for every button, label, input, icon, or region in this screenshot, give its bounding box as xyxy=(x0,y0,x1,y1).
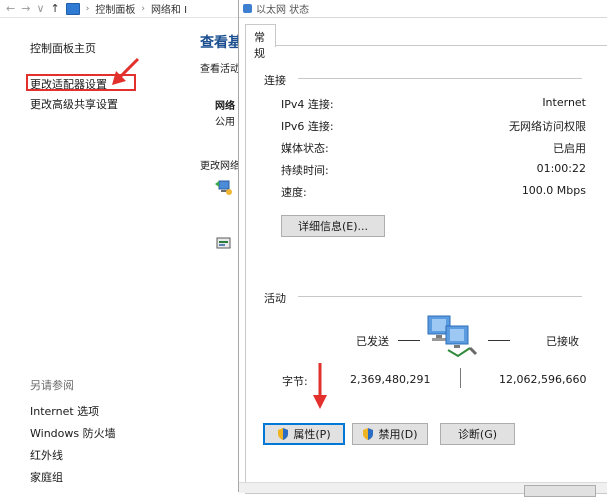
bytes-sent-value: 2,369,480,291 xyxy=(350,373,431,386)
details-button[interactable]: 详细信息(E)... xyxy=(281,215,385,237)
duration-value: 01:00:22 xyxy=(536,162,586,175)
new-connection-icon[interactable] xyxy=(215,178,233,196)
disable-button[interactable]: 禁用(D) xyxy=(352,423,428,445)
page-title: 查看基 xyxy=(200,35,238,51)
bytes-separator xyxy=(460,368,461,388)
uac-shield-icon xyxy=(278,428,289,440)
chevron-right-icon: › xyxy=(85,3,90,14)
forward-icon[interactable]: → xyxy=(21,2,30,15)
see-also-internet-options[interactable]: Internet 选项 xyxy=(30,403,99,419)
tab-panel-general: 连接 IPv4 连接: Internet IPv6 连接: 无网络访问权限 媒体… xyxy=(245,45,607,494)
bytes-received-value: 12,062,596,660 xyxy=(499,373,587,386)
close-button[interactable] xyxy=(524,485,596,497)
troubleshoot-icon[interactable] xyxy=(215,234,233,252)
uac-shield-icon xyxy=(363,428,374,440)
connection-group-divider xyxy=(298,78,582,79)
sent-label: 已发送 xyxy=(356,335,389,348)
see-also-homegroup[interactable]: 家庭组 xyxy=(30,469,63,485)
up-icon[interactable]: ↑ xyxy=(51,2,60,15)
media-state-value: 已启用 xyxy=(553,142,586,155)
activity-group-divider xyxy=(298,296,582,297)
properties-button-label: 属性(P) xyxy=(293,428,331,441)
dialog-titlebar[interactable]: 以太网 状态 xyxy=(239,0,607,18)
sidebar-link-change-sharing[interactable]: 更改高级共享设置 xyxy=(30,96,118,112)
bytes-label: 字节: xyxy=(282,375,308,388)
main-content: 查看基 查看活动 网络 公用 更改网络 xyxy=(200,0,238,492)
ipv6-connectivity-value: 无网络访问权限 xyxy=(509,120,586,133)
breadcrumb-item-network[interactable]: 网络和 I xyxy=(151,1,187,16)
duration-label: 持续时间: xyxy=(281,164,329,177)
ipv4-connectivity-label: IPv4 连接: xyxy=(281,98,334,111)
ethernet-status-dialog: 以太网 状态 连接 IPv4 连接: Internet IPv6 连接: 无网络… xyxy=(238,0,607,497)
media-state-label: 媒体状态: xyxy=(281,142,329,155)
breadcrumb-item-control-panel[interactable]: 控制面板 xyxy=(95,1,135,16)
annotation-arrow-icon xyxy=(112,57,140,85)
activity-group-label: 活动 xyxy=(264,292,286,305)
received-label: 已接收 xyxy=(546,335,579,348)
sidebar-link-home[interactable]: 控制面板主页 xyxy=(30,40,96,56)
annotation-down-arrow-icon xyxy=(313,363,327,409)
speed-value: 100.0 Mbps xyxy=(521,184,586,197)
change-network-settings-label: 更改网络 xyxy=(200,161,238,172)
received-dash xyxy=(488,340,510,341)
sent-dash xyxy=(398,340,420,341)
ipv4-connectivity-value: Internet xyxy=(542,96,586,109)
speed-label: 速度: xyxy=(281,186,307,199)
see-also-heading: 另请参阅 xyxy=(30,379,74,392)
recent-dropdown-icon[interactable]: ∨ xyxy=(36,2,44,15)
network-name: 网络 xyxy=(215,101,235,112)
connection-group-label: 连接 xyxy=(264,74,286,87)
network-type: 公用 xyxy=(215,117,235,128)
view-active-networks-label: 查看活动 xyxy=(200,64,238,75)
network-adapter-icon xyxy=(243,4,252,13)
control-panel-icon xyxy=(65,2,80,15)
tab-general[interactable]: 常规 xyxy=(245,24,276,60)
diagnose-button[interactable]: 诊断(G) xyxy=(440,423,515,445)
back-icon[interactable]: ← xyxy=(6,2,15,15)
see-also-infrared[interactable]: 红外线 xyxy=(30,447,63,463)
dialog-title: 以太网 状态 xyxy=(256,5,310,16)
ipv6-connectivity-label: IPv6 连接: xyxy=(281,120,334,133)
disable-button-label: 禁用(D) xyxy=(378,428,418,441)
chevron-right-icon: › xyxy=(141,3,145,14)
see-also-windows-firewall[interactable]: Windows 防火墙 xyxy=(30,425,116,441)
properties-button[interactable]: 属性(P) xyxy=(263,423,345,445)
network-computers-icon xyxy=(427,315,478,358)
